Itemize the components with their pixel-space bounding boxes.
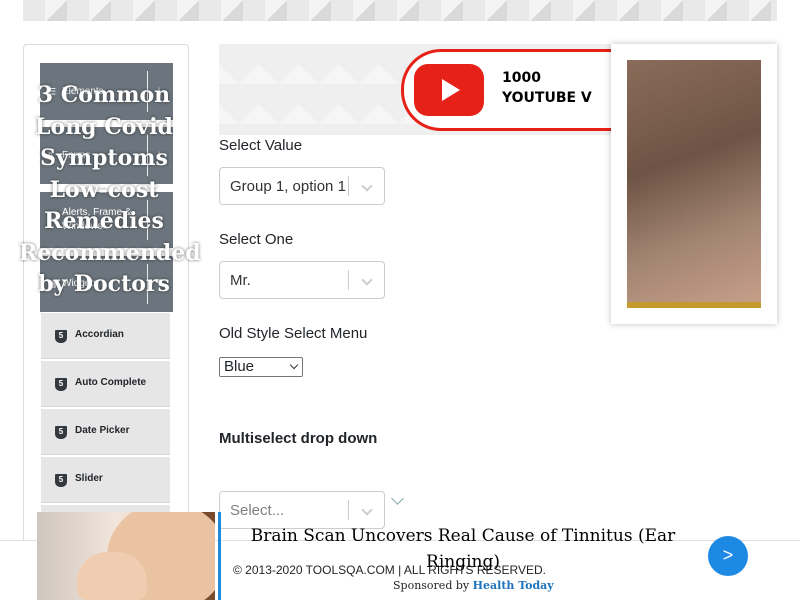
html5-icon: 5 — [55, 426, 67, 439]
bottom-ad-accent-bar — [218, 512, 221, 600]
sidebar-item-accordian[interactable]: 5 Accordian — [41, 313, 170, 359]
divider — [348, 270, 349, 290]
ad-photo — [627, 60, 761, 308]
sponsor-name[interactable]: Health Today — [473, 579, 554, 592]
ad-card-headline[interactable]: 3 Common Long Covid Symptoms Low-cost Re… — [19, 80, 201, 301]
sidebar-item-slider[interactable]: 5 Slider — [41, 457, 170, 503]
sidebar-item-label: Accordian — [75, 329, 124, 340]
old-select-label: Old Style Select Menu — [219, 325, 368, 342]
page: ☰ Elements ⤓ ▯ Forms ⤓ ▭ Alerts, Frame &… — [0, 0, 800, 600]
divider — [348, 500, 349, 520]
youtube-ad-box: 1000 YOUTUBE V — [401, 49, 611, 131]
ad-photo-accent — [627, 302, 761, 308]
bottom-ad-headline[interactable]: Brain Scan Uncovers Real Cause of Tinnit… — [248, 523, 678, 575]
youtube-ad-banner[interactable]: 1000 YOUTUBE V — [219, 44, 611, 135]
html5-icon: 5 — [55, 330, 67, 343]
select-value-label: Select Value — [219, 137, 303, 154]
sidebar-item-date-picker[interactable]: 5 Date Picker — [41, 409, 170, 455]
bottom-ad-image[interactable] — [37, 512, 215, 600]
sidebar-item-label: Date Picker — [75, 425, 130, 436]
old-select-current: Blue — [224, 358, 255, 375]
sidebar-item-label: Slider — [75, 473, 103, 484]
youtube-play-icon — [414, 64, 484, 116]
sidebar-item-label: Auto Complete — [75, 377, 147, 388]
chevron-down-icon — [289, 360, 299, 370]
ad-image-hand — [77, 552, 147, 600]
divider — [348, 176, 349, 196]
select-value-dropdown[interactable]: Group 1, option 1 — [219, 167, 385, 205]
select-one-dropdown[interactable]: Mr. — [219, 261, 385, 299]
chevron-down-icon[interactable] — [359, 271, 375, 289]
chevron-down-icon[interactable] — [359, 177, 375, 195]
sponsored-ad-card[interactable] — [611, 44, 777, 324]
chevron-down-icon[interactable] — [391, 492, 404, 505]
select-one-label: Select One — [219, 231, 294, 248]
ad-next-button[interactable]: > — [708, 536, 748, 576]
chevron-down-icon[interactable] — [359, 501, 375, 519]
html5-icon: 5 — [55, 378, 67, 391]
multiselect-label: Multiselect drop down — [219, 430, 378, 447]
sidebar-item-auto-complete[interactable]: 5 Auto Complete — [41, 361, 170, 407]
old-style-select-menu[interactable]: Blue — [219, 357, 303, 377]
youtube-ad-text: 1000 YOUTUBE V — [502, 70, 592, 106]
sponsored-by-label: Sponsored by — [393, 579, 473, 592]
html5-icon: 5 — [55, 474, 67, 487]
multiselect-placeholder: Select... — [230, 502, 285, 519]
select-value-current: Group 1, option 1 — [230, 178, 346, 195]
select-one-current: Mr. — [230, 272, 251, 289]
top-banner-ad[interactable] — [23, 0, 777, 21]
bottom-ad-sponsor-line[interactable]: Sponsored by Health Today — [393, 579, 554, 592]
